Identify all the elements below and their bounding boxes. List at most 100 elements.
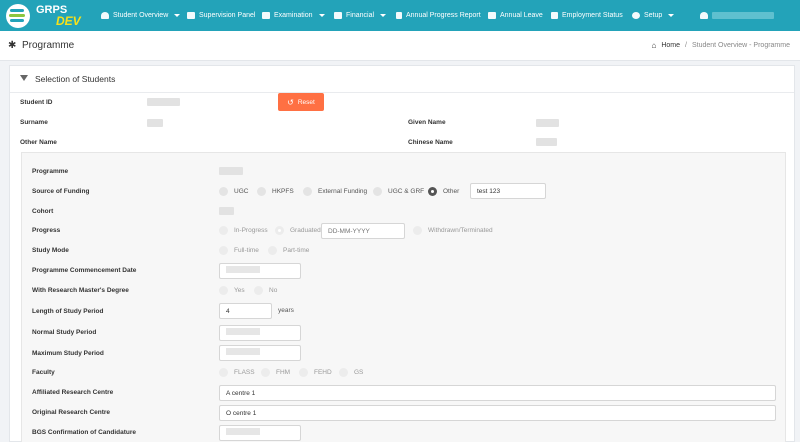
grps-logo-icon[interactable] (6, 4, 30, 28)
research-masters-option-no[interactable]: No (254, 286, 277, 295)
chevron-down-icon (380, 14, 387, 17)
card-title: Selection of Students (35, 74, 116, 84)
radio-label: Withdrawn/Terminated (428, 227, 493, 234)
radio-label: Graduated (290, 227, 321, 234)
user-icon (700, 12, 708, 19)
radio-button[interactable] (219, 246, 228, 255)
funding-other-input[interactable] (470, 183, 546, 199)
radio-button[interactable] (219, 286, 228, 295)
radio-button[interactable] (261, 368, 270, 377)
original-centre-label: Original Research Centre (32, 409, 111, 416)
undo-icon: ↺ (287, 97, 294, 107)
radio-button[interactable] (339, 368, 348, 377)
radio-button[interactable] (219, 226, 228, 235)
maximum-study-period-field[interactable] (219, 345, 301, 361)
radio-label: No (269, 287, 278, 294)
research-masters-option-yes[interactable]: Yes (219, 286, 245, 295)
study-mode-option-full-time[interactable]: Full-time (219, 246, 259, 255)
faculty-option-fehd[interactable]: FEHD (299, 368, 332, 377)
cohort-label: Cohort (32, 208, 54, 215)
progress-option-in-progress[interactable]: In-Progress (219, 226, 268, 235)
commencement-date-field[interactable] (219, 263, 301, 279)
study-mode-option-part-time[interactable]: Part-time (268, 246, 309, 255)
breadcrumb-home[interactable]: Home (661, 42, 680, 49)
nav-setup[interactable]: Setup (632, 0, 675, 31)
selection-card: Selection of Students Student ID ↺ Reset… (9, 65, 795, 442)
given-name-label: Given Name (408, 119, 446, 126)
radio-button[interactable] (373, 187, 382, 196)
chinese-name-value-redacted (536, 138, 557, 146)
environment-badge: DEV (56, 14, 81, 28)
radio-button[interactable] (299, 368, 308, 377)
radio-label: FLASS (234, 369, 255, 376)
funding-option-ugc-grf[interactable]: UGC & GRF (373, 187, 424, 196)
radio-button[interactable] (257, 187, 266, 196)
radio-button[interactable] (268, 246, 277, 255)
nav-employment-status[interactable]: Employment Status (551, 0, 623, 31)
funding-option-ugc[interactable]: UGC (219, 187, 248, 196)
graduated-date-input[interactable] (321, 223, 405, 239)
radio-label: External Funding (318, 188, 368, 195)
original-centre-input[interactable] (219, 405, 776, 421)
surname-value-redacted (147, 119, 163, 127)
radio-label: Part-time (283, 247, 310, 254)
radio-button[interactable] (303, 187, 312, 196)
radio-label: FEHD (314, 369, 332, 376)
chinese-name-label: Chinese Name (408, 139, 453, 146)
other-name-label: Other Name (20, 139, 57, 146)
student-id-value-redacted (147, 98, 180, 106)
surname-label: Surname (20, 119, 48, 126)
nav-examination[interactable]: Examination (262, 0, 325, 31)
nav-user-menu[interactable] (700, 0, 774, 31)
top-navbar: GRPS DEV Student Overview Supervision Pa… (0, 0, 800, 31)
home-icon[interactable]: ⌂ (651, 41, 656, 50)
funding-option-other[interactable]: Other (428, 187, 459, 196)
radio-button[interactable] (413, 226, 422, 235)
badge-icon (551, 12, 558, 19)
affiliated-centre-input[interactable] (219, 385, 776, 401)
reset-button-label: Reset (297, 98, 315, 106)
radio-label: In-Progress (234, 227, 268, 234)
faculty-option-flass[interactable]: FLASS (219, 368, 255, 377)
document-icon (396, 12, 402, 19)
programme-form-panel: Programme Source of Funding UGC HKPFS Ex… (21, 152, 786, 442)
chevron-down-icon (318, 14, 325, 17)
nav-financial[interactable]: Financial (334, 0, 387, 31)
funding-option-hkpfs[interactable]: HKPFS (257, 187, 294, 196)
bgs-confirmation-label: BGS Confirmation of Candidature (32, 429, 136, 436)
breadcrumb: ⌂ Home / Student Overview - Programme (651, 41, 790, 50)
nav-supervision-panel[interactable]: Supervision Panel (187, 0, 255, 31)
money-icon (334, 12, 342, 19)
puzzle-icon: ✱ (8, 40, 17, 51)
wrench-icon (632, 12, 640, 19)
nav-student-overview[interactable]: Student Overview (101, 0, 181, 31)
radio-label: UGC & GRF (388, 188, 425, 195)
radio-button-selected[interactable] (275, 226, 284, 235)
study-mode-label: Study Mode (32, 247, 69, 254)
redacted-value (226, 328, 260, 336)
faculty-option-gs[interactable]: GS (339, 368, 363, 377)
progress-option-graduated[interactable]: Graduated (275, 226, 321, 235)
radio-button-selected[interactable] (428, 187, 437, 196)
filter-icon (20, 75, 28, 81)
nav-label: Supervision Panel (199, 12, 256, 19)
nav-annual-progress-report[interactable]: Annual Progress Report (396, 0, 481, 31)
radio-button[interactable] (219, 187, 228, 196)
funding-option-external[interactable]: External Funding (303, 187, 367, 196)
page-title: Programme (22, 40, 75, 51)
cohort-value-redacted (219, 207, 234, 215)
user-icon (101, 12, 109, 19)
nav-label: Financial (346, 12, 375, 19)
study-length-input[interactable] (219, 303, 272, 319)
reset-button[interactable]: ↺ Reset (278, 93, 324, 111)
nav-annual-leave[interactable]: Annual Leave (488, 0, 543, 31)
progress-option-withdrawn[interactable]: Withdrawn/Terminated (413, 226, 493, 235)
radio-button[interactable] (219, 368, 228, 377)
bgs-confirmation-field[interactable] (219, 425, 301, 441)
radio-button[interactable] (254, 286, 263, 295)
faculty-option-fhm[interactable]: FHM (261, 368, 290, 377)
normal-study-period-field[interactable] (219, 325, 301, 341)
radio-label: FHM (276, 369, 291, 376)
nav-label: Examination (274, 12, 313, 19)
maximum-study-period-label: Maximum Study Period (32, 350, 104, 357)
